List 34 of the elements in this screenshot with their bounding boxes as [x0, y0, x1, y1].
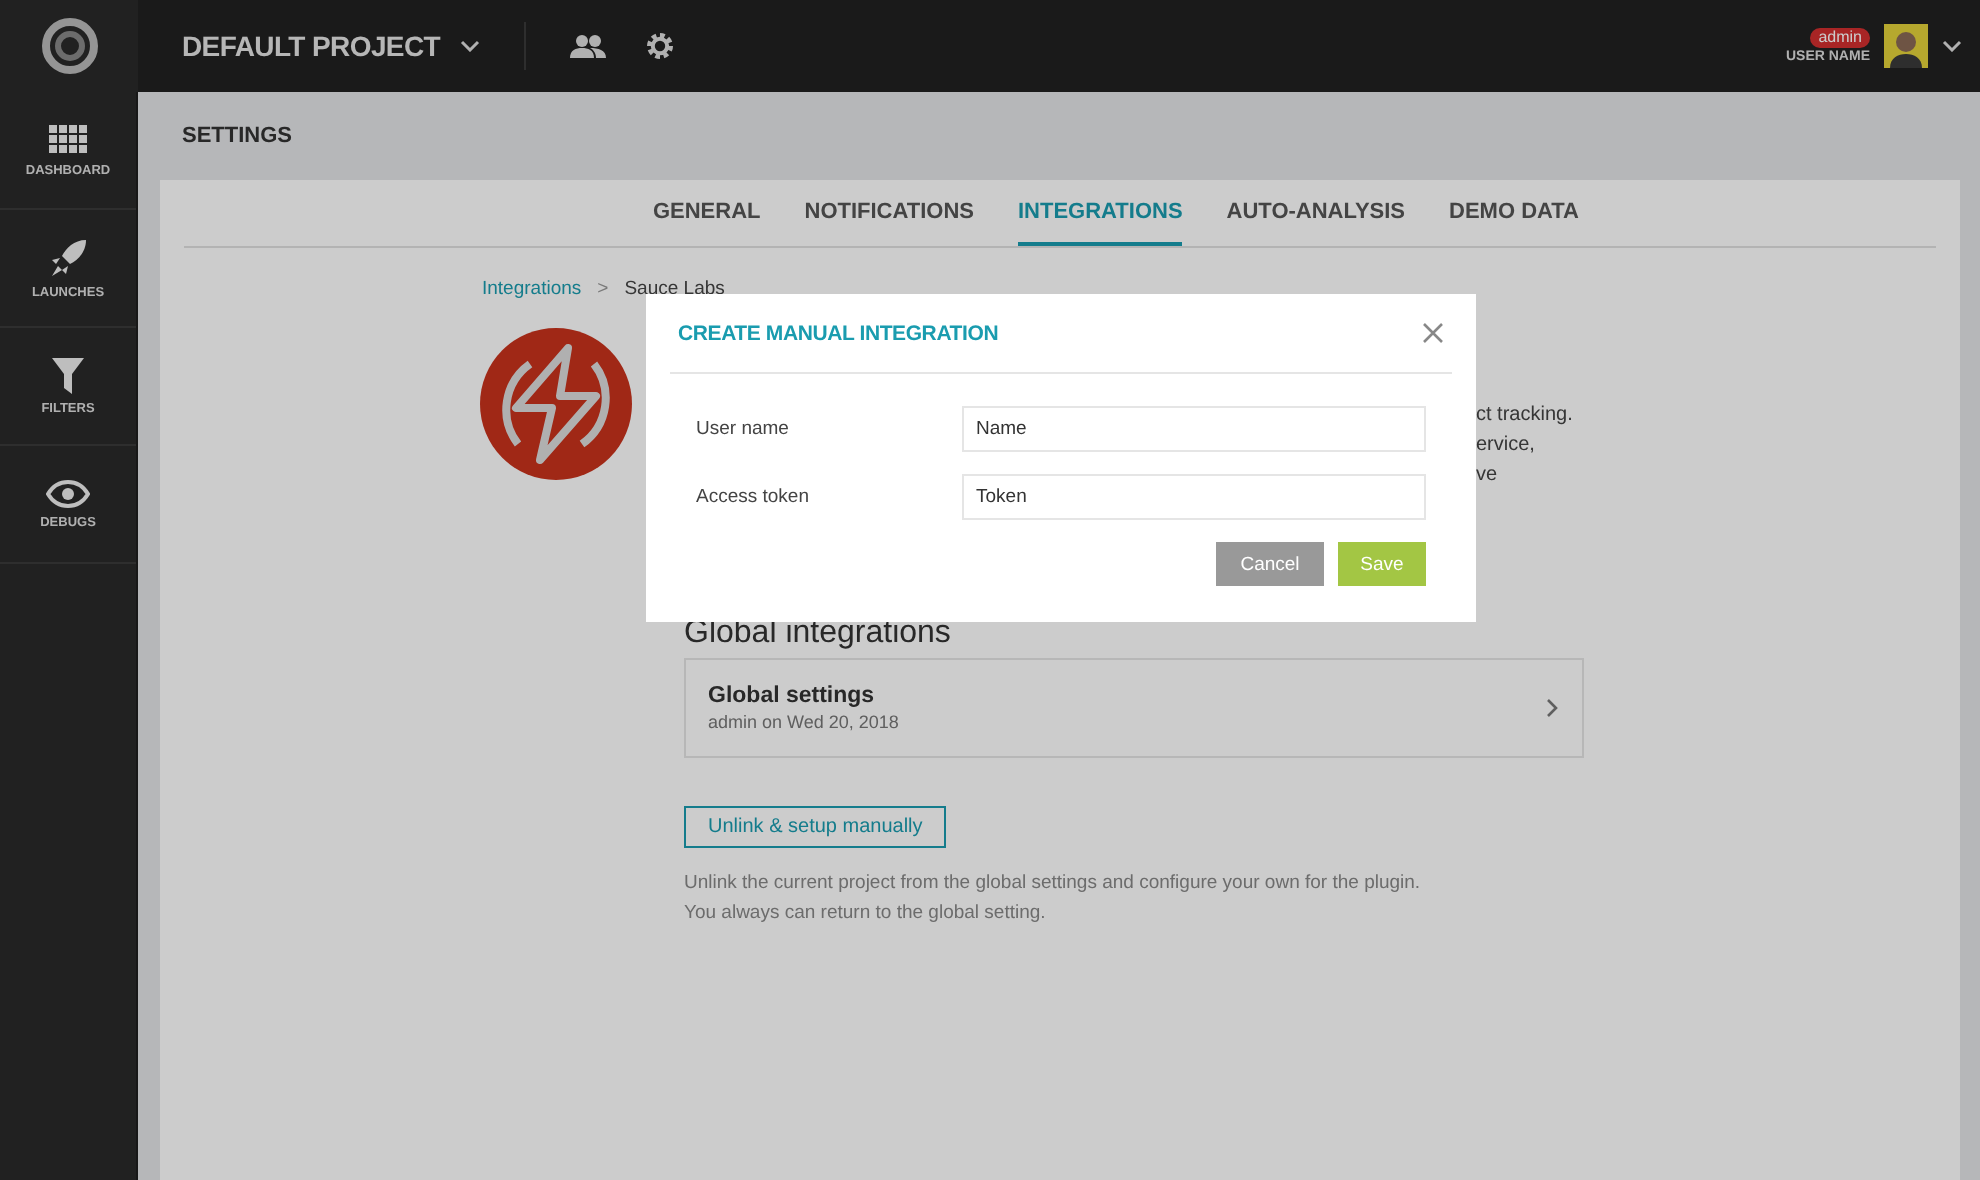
unlink-button[interactable]: Unlink & setup manually	[684, 806, 947, 848]
settings-icon[interactable]	[646, 32, 675, 60]
description-text: ve	[1476, 462, 1500, 490]
tab[interactable]: GENERAL	[652, 180, 761, 246]
tab[interactable]: DEMO DATA	[1449, 180, 1580, 246]
help-text: Unlink the current project from the global settings and configure your own for the plugin. You always can return to the global setting.	[684, 870, 1423, 928]
rocket-icon	[48, 237, 88, 277]
input-field[interactable]: Token	[962, 474, 1426, 520]
filter-icon	[52, 357, 84, 393]
logo-icon	[41, 18, 97, 74]
description-text: ct tracking.	[1476, 402, 1573, 430]
description-text: ervice,	[1476, 432, 1537, 460]
chevron-right-icon	[1546, 698, 1558, 718]
avatar[interactable]	[1884, 24, 1928, 68]
breadcrumb-item: Sauce Labs	[624, 278, 725, 300]
global-settings-card[interactable]: Global settings admin on Wed 20, 2018	[684, 658, 1584, 758]
eye-icon	[46, 479, 90, 507]
tab[interactable]: INTEGRATIONS	[1017, 180, 1183, 246]
breadcrumb-item[interactable]: Integrations	[482, 278, 582, 300]
members-icon[interactable]	[570, 34, 607, 58]
breadcrumb-separator: >	[597, 278, 609, 300]
project-selector[interactable]: DEFAULT PROJECT	[182, 30, 481, 62]
field-label: Access token	[696, 486, 811, 508]
tab[interactable]: NOTIFICATIONS	[804, 180, 974, 246]
chevron-down-icon	[460, 40, 481, 52]
chevron-down-icon[interactable]	[1942, 40, 1962, 52]
page-title: SETTINGS	[180, 122, 295, 152]
close-icon[interactable]	[1422, 322, 1444, 344]
field-label: User name	[696, 418, 791, 440]
input-field[interactable]: Name	[962, 406, 1426, 452]
role-badge: admin	[1810, 27, 1870, 47]
grid-icon	[48, 123, 88, 155]
tab[interactable]: AUTO-ANALYSIS	[1226, 180, 1406, 246]
modal-title: CREATE MANUAL INTEGRATION	[678, 321, 999, 345]
